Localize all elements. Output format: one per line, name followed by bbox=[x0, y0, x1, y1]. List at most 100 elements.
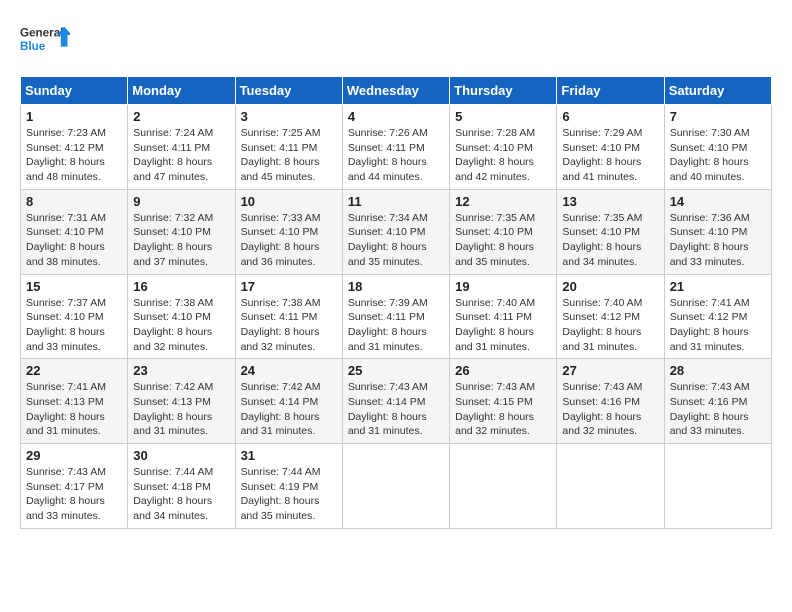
calendar-day-cell: 6 Sunrise: 7:29 AM Sunset: 4:10 PM Dayli… bbox=[557, 105, 664, 190]
day-info: Sunrise: 7:26 AM Sunset: 4:11 PM Dayligh… bbox=[348, 126, 444, 185]
logo-svg: General Blue bbox=[20, 20, 70, 60]
svg-text:Blue: Blue bbox=[20, 40, 46, 53]
day-info: Sunrise: 7:35 AM Sunset: 4:10 PM Dayligh… bbox=[455, 211, 551, 270]
calendar-week-row: 1 Sunrise: 7:23 AM Sunset: 4:12 PM Dayli… bbox=[21, 105, 772, 190]
day-number: 14 bbox=[670, 194, 766, 209]
day-info: Sunrise: 7:25 AM Sunset: 4:11 PM Dayligh… bbox=[241, 126, 337, 185]
day-info: Sunrise: 7:38 AM Sunset: 4:10 PM Dayligh… bbox=[133, 296, 229, 355]
calendar-day-cell: 25 Sunrise: 7:43 AM Sunset: 4:14 PM Dayl… bbox=[342, 359, 449, 444]
day-info: Sunrise: 7:43 AM Sunset: 4:16 PM Dayligh… bbox=[670, 380, 766, 439]
calendar-day-cell: 5 Sunrise: 7:28 AM Sunset: 4:10 PM Dayli… bbox=[450, 105, 557, 190]
calendar-day-cell: 18 Sunrise: 7:39 AM Sunset: 4:11 PM Dayl… bbox=[342, 274, 449, 359]
day-info: Sunrise: 7:34 AM Sunset: 4:10 PM Dayligh… bbox=[348, 211, 444, 270]
day-number: 3 bbox=[241, 109, 337, 124]
day-number: 11 bbox=[348, 194, 444, 209]
calendar-day-cell: 27 Sunrise: 7:43 AM Sunset: 4:16 PM Dayl… bbox=[557, 359, 664, 444]
day-info: Sunrise: 7:43 AM Sunset: 4:17 PM Dayligh… bbox=[26, 465, 122, 524]
day-number: 4 bbox=[348, 109, 444, 124]
day-number: 21 bbox=[670, 279, 766, 294]
day-info: Sunrise: 7:24 AM Sunset: 4:11 PM Dayligh… bbox=[133, 126, 229, 185]
calendar-day-cell: 13 Sunrise: 7:35 AM Sunset: 4:10 PM Dayl… bbox=[557, 189, 664, 274]
calendar-day-cell: 8 Sunrise: 7:31 AM Sunset: 4:10 PM Dayli… bbox=[21, 189, 128, 274]
day-number: 31 bbox=[241, 448, 337, 463]
day-number: 9 bbox=[133, 194, 229, 209]
calendar-day-cell: 11 Sunrise: 7:34 AM Sunset: 4:10 PM Dayl… bbox=[342, 189, 449, 274]
day-info: Sunrise: 7:44 AM Sunset: 4:18 PM Dayligh… bbox=[133, 465, 229, 524]
day-info: Sunrise: 7:37 AM Sunset: 4:10 PM Dayligh… bbox=[26, 296, 122, 355]
calendar-day-cell: 30 Sunrise: 7:44 AM Sunset: 4:18 PM Dayl… bbox=[128, 444, 235, 529]
calendar-day-cell: 2 Sunrise: 7:24 AM Sunset: 4:11 PM Dayli… bbox=[128, 105, 235, 190]
day-number: 27 bbox=[562, 363, 658, 378]
calendar-day-cell: 22 Sunrise: 7:41 AM Sunset: 4:13 PM Dayl… bbox=[21, 359, 128, 444]
day-number: 20 bbox=[562, 279, 658, 294]
day-number: 10 bbox=[241, 194, 337, 209]
day-info: Sunrise: 7:36 AM Sunset: 4:10 PM Dayligh… bbox=[670, 211, 766, 270]
calendar-day-cell: 1 Sunrise: 7:23 AM Sunset: 4:12 PM Dayli… bbox=[21, 105, 128, 190]
weekday-header: Thursday bbox=[450, 77, 557, 105]
day-info: Sunrise: 7:41 AM Sunset: 4:12 PM Dayligh… bbox=[670, 296, 766, 355]
calendar-day-cell bbox=[342, 444, 449, 529]
calendar-day-cell: 20 Sunrise: 7:40 AM Sunset: 4:12 PM Dayl… bbox=[557, 274, 664, 359]
day-number: 19 bbox=[455, 279, 551, 294]
calendar-day-cell: 15 Sunrise: 7:37 AM Sunset: 4:10 PM Dayl… bbox=[21, 274, 128, 359]
day-number: 18 bbox=[348, 279, 444, 294]
day-info: Sunrise: 7:43 AM Sunset: 4:15 PM Dayligh… bbox=[455, 380, 551, 439]
calendar-day-cell bbox=[664, 444, 771, 529]
day-info: Sunrise: 7:32 AM Sunset: 4:10 PM Dayligh… bbox=[133, 211, 229, 270]
calendar-day-cell: 17 Sunrise: 7:38 AM Sunset: 4:11 PM Dayl… bbox=[235, 274, 342, 359]
calendar-day-cell: 12 Sunrise: 7:35 AM Sunset: 4:10 PM Dayl… bbox=[450, 189, 557, 274]
weekday-header: Friday bbox=[557, 77, 664, 105]
calendar-day-cell: 7 Sunrise: 7:30 AM Sunset: 4:10 PM Dayli… bbox=[664, 105, 771, 190]
day-number: 2 bbox=[133, 109, 229, 124]
calendar-table: SundayMondayTuesdayWednesdayThursdayFrid… bbox=[20, 76, 772, 529]
day-number: 13 bbox=[562, 194, 658, 209]
day-info: Sunrise: 7:33 AM Sunset: 4:10 PM Dayligh… bbox=[241, 211, 337, 270]
day-number: 28 bbox=[670, 363, 766, 378]
day-info: Sunrise: 7:29 AM Sunset: 4:10 PM Dayligh… bbox=[562, 126, 658, 185]
calendar-day-cell: 10 Sunrise: 7:33 AM Sunset: 4:10 PM Dayl… bbox=[235, 189, 342, 274]
calendar-day-cell bbox=[557, 444, 664, 529]
day-number: 12 bbox=[455, 194, 551, 209]
weekday-header: Tuesday bbox=[235, 77, 342, 105]
day-number: 30 bbox=[133, 448, 229, 463]
day-number: 26 bbox=[455, 363, 551, 378]
calendar-day-cell: 3 Sunrise: 7:25 AM Sunset: 4:11 PM Dayli… bbox=[235, 105, 342, 190]
calendar-day-cell: 31 Sunrise: 7:44 AM Sunset: 4:19 PM Dayl… bbox=[235, 444, 342, 529]
day-info: Sunrise: 7:30 AM Sunset: 4:10 PM Dayligh… bbox=[670, 126, 766, 185]
day-info: Sunrise: 7:31 AM Sunset: 4:10 PM Dayligh… bbox=[26, 211, 122, 270]
day-info: Sunrise: 7:42 AM Sunset: 4:13 PM Dayligh… bbox=[133, 380, 229, 439]
day-number: 29 bbox=[26, 448, 122, 463]
page-header: General Blue bbox=[20, 20, 772, 60]
day-number: 7 bbox=[670, 109, 766, 124]
day-number: 25 bbox=[348, 363, 444, 378]
day-info: Sunrise: 7:41 AM Sunset: 4:13 PM Dayligh… bbox=[26, 380, 122, 439]
day-info: Sunrise: 7:44 AM Sunset: 4:19 PM Dayligh… bbox=[241, 465, 337, 524]
day-info: Sunrise: 7:28 AM Sunset: 4:10 PM Dayligh… bbox=[455, 126, 551, 185]
calendar-week-row: 29 Sunrise: 7:43 AM Sunset: 4:17 PM Dayl… bbox=[21, 444, 772, 529]
calendar-week-row: 15 Sunrise: 7:37 AM Sunset: 4:10 PM Dayl… bbox=[21, 274, 772, 359]
day-number: 24 bbox=[241, 363, 337, 378]
day-info: Sunrise: 7:43 AM Sunset: 4:16 PM Dayligh… bbox=[562, 380, 658, 439]
day-info: Sunrise: 7:42 AM Sunset: 4:14 PM Dayligh… bbox=[241, 380, 337, 439]
calendar-day-cell: 4 Sunrise: 7:26 AM Sunset: 4:11 PM Dayli… bbox=[342, 105, 449, 190]
day-number: 16 bbox=[133, 279, 229, 294]
svg-text:General: General bbox=[20, 27, 63, 40]
calendar-day-cell: 21 Sunrise: 7:41 AM Sunset: 4:12 PM Dayl… bbox=[664, 274, 771, 359]
calendar-day-cell: 26 Sunrise: 7:43 AM Sunset: 4:15 PM Dayl… bbox=[450, 359, 557, 444]
day-info: Sunrise: 7:38 AM Sunset: 4:11 PM Dayligh… bbox=[241, 296, 337, 355]
calendar-week-row: 8 Sunrise: 7:31 AM Sunset: 4:10 PM Dayli… bbox=[21, 189, 772, 274]
day-number: 6 bbox=[562, 109, 658, 124]
weekday-header-row: SundayMondayTuesdayWednesdayThursdayFrid… bbox=[21, 77, 772, 105]
calendar-day-cell: 9 Sunrise: 7:32 AM Sunset: 4:10 PM Dayli… bbox=[128, 189, 235, 274]
day-info: Sunrise: 7:39 AM Sunset: 4:11 PM Dayligh… bbox=[348, 296, 444, 355]
day-info: Sunrise: 7:43 AM Sunset: 4:14 PM Dayligh… bbox=[348, 380, 444, 439]
weekday-header: Sunday bbox=[21, 77, 128, 105]
day-info: Sunrise: 7:40 AM Sunset: 4:11 PM Dayligh… bbox=[455, 296, 551, 355]
calendar-day-cell: 24 Sunrise: 7:42 AM Sunset: 4:14 PM Dayl… bbox=[235, 359, 342, 444]
calendar-day-cell: 16 Sunrise: 7:38 AM Sunset: 4:10 PM Dayl… bbox=[128, 274, 235, 359]
calendar-day-cell: 28 Sunrise: 7:43 AM Sunset: 4:16 PM Dayl… bbox=[664, 359, 771, 444]
calendar-day-cell: 14 Sunrise: 7:36 AM Sunset: 4:10 PM Dayl… bbox=[664, 189, 771, 274]
day-number: 5 bbox=[455, 109, 551, 124]
calendar-day-cell: 23 Sunrise: 7:42 AM Sunset: 4:13 PM Dayl… bbox=[128, 359, 235, 444]
day-number: 23 bbox=[133, 363, 229, 378]
